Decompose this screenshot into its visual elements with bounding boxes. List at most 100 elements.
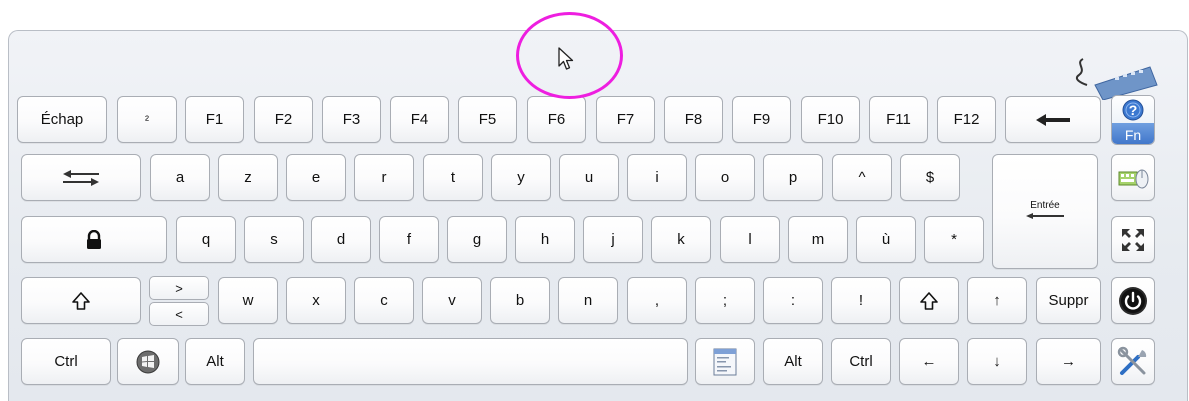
key-7-row4-label: ; bbox=[722, 292, 728, 309]
key-f7[interactable]: F7 bbox=[596, 96, 655, 143]
key-3-row3[interactable]: f bbox=[379, 216, 439, 263]
key-1-row4[interactable]: x bbox=[286, 277, 346, 324]
key-8-row4-label: : bbox=[790, 292, 796, 309]
key-10-row3[interactable]: ù bbox=[856, 216, 916, 263]
fn-key[interactable]: Fn bbox=[1112, 123, 1154, 144]
key-4-row2[interactable]: t bbox=[423, 154, 483, 201]
key-f5-label: F5 bbox=[478, 111, 497, 128]
key-f5[interactable]: F5 bbox=[458, 96, 517, 143]
key-f12[interactable]: F12 bbox=[937, 96, 996, 143]
key-arrow-up[interactable]: ↑ bbox=[967, 277, 1027, 324]
dock-button[interactable] bbox=[1111, 216, 1155, 263]
power-button[interactable] bbox=[1111, 277, 1155, 324]
key-8-row4[interactable]: : bbox=[763, 277, 823, 324]
key-0-row4[interactable]: w bbox=[218, 277, 278, 324]
key-9-row2[interactable]: p bbox=[763, 154, 823, 201]
key-alt-left[interactable]: Alt bbox=[185, 338, 245, 385]
key-1-row3[interactable]: s bbox=[244, 216, 304, 263]
key-10-row2[interactable]: ^ bbox=[832, 154, 892, 201]
key-2-row3[interactable]: d bbox=[311, 216, 371, 263]
key-f9[interactable]: F9 bbox=[732, 96, 791, 143]
key-ctrl-left-label: Ctrl bbox=[54, 353, 78, 370]
key-7-row2[interactable]: i bbox=[627, 154, 687, 201]
key-9-row3[interactable]: m bbox=[788, 216, 848, 263]
shift-arrow-icon bbox=[72, 291, 90, 310]
key-5-row2-label: y bbox=[517, 169, 525, 186]
key-11-row2[interactable]: $ bbox=[900, 154, 960, 201]
key-3-row4[interactable]: v bbox=[422, 277, 482, 324]
key-alt-left-label: Alt bbox=[206, 353, 224, 370]
key-9-row4-label: ! bbox=[858, 292, 864, 309]
backspace-arrow-icon bbox=[1034, 113, 1072, 127]
key-ctrl-left[interactable]: Ctrl bbox=[21, 338, 111, 385]
tab-arrows-icon bbox=[61, 169, 101, 187]
settings-button[interactable] bbox=[1111, 338, 1155, 385]
key-superscript-2[interactable]: ² bbox=[117, 96, 177, 143]
key-1-row2[interactable]: z bbox=[218, 154, 278, 201]
key-2-row2[interactable]: e bbox=[286, 154, 346, 201]
key-f3[interactable]: F3 bbox=[322, 96, 381, 143]
key-6-row3[interactable]: j bbox=[583, 216, 643, 263]
key-windows[interactable] bbox=[117, 338, 179, 385]
key-8-row3[interactable]: l bbox=[720, 216, 780, 263]
key-f6[interactable]: F6 bbox=[527, 96, 586, 143]
key-arrow-up-label: ↑ bbox=[993, 292, 1001, 309]
key-ctrl-right[interactable]: Ctrl bbox=[831, 338, 891, 385]
options-button[interactable] bbox=[1111, 154, 1155, 201]
key-4-row4[interactable]: b bbox=[490, 277, 550, 324]
key-4-row3-label: g bbox=[472, 231, 482, 248]
key-9-row3-label: m bbox=[811, 231, 825, 248]
key-f10[interactable]: F10 bbox=[801, 96, 860, 143]
key-6-row3-label: j bbox=[611, 231, 615, 248]
key-capslock[interactable] bbox=[21, 216, 167, 263]
key-space[interactable] bbox=[253, 338, 688, 385]
key-5-row2[interactable]: y bbox=[491, 154, 551, 201]
key-0-row3[interactable]: q bbox=[176, 216, 236, 263]
key-2-row4-label: c bbox=[380, 292, 388, 309]
key-greater-than[interactable]: > bbox=[149, 276, 209, 300]
key-6-row2[interactable]: u bbox=[559, 154, 619, 201]
enter-text: Entrée bbox=[1030, 199, 1060, 211]
key-arrow-right[interactable]: → bbox=[1036, 338, 1101, 385]
key-5-row4-label: n bbox=[583, 292, 593, 309]
key-enter[interactable]: Entrée bbox=[992, 154, 1098, 269]
key-arrow-down[interactable]: ↓ bbox=[967, 338, 1027, 385]
key-arrow-left-label: ← bbox=[921, 353, 937, 370]
key-2-row4[interactable]: c bbox=[354, 277, 414, 324]
key-f7-label: F7 bbox=[616, 111, 635, 128]
key-f4[interactable]: F4 bbox=[390, 96, 449, 143]
key-8-row2-label: o bbox=[720, 169, 730, 186]
key-shift-right[interactable] bbox=[899, 277, 959, 324]
key-5-row4[interactable]: n bbox=[558, 277, 618, 324]
key-4-row3[interactable]: g bbox=[447, 216, 507, 263]
key-menu[interactable] bbox=[695, 338, 755, 385]
key-7-row4[interactable]: ; bbox=[695, 277, 755, 324]
key-tab[interactable] bbox=[21, 154, 141, 201]
key-8-row3-label: l bbox=[748, 231, 752, 248]
key-f11[interactable]: F11 bbox=[869, 96, 928, 143]
key-shift-left[interactable] bbox=[21, 277, 141, 324]
key-7-row3[interactable]: k bbox=[651, 216, 711, 263]
key-7-row2-label: i bbox=[655, 169, 659, 186]
key-0-row2[interactable]: a bbox=[150, 154, 210, 201]
key-8-row2[interactable]: o bbox=[695, 154, 755, 201]
key-f8[interactable]: F8 bbox=[664, 96, 723, 143]
key-suppr[interactable]: Suppr bbox=[1036, 277, 1101, 324]
key-escape[interactable]: Échap bbox=[17, 96, 107, 143]
key-alt-right[interactable]: Alt bbox=[763, 338, 823, 385]
key-less-than[interactable]: < bbox=[149, 302, 209, 326]
key-11-row3[interactable]: * bbox=[924, 216, 984, 263]
key-backspace[interactable] bbox=[1005, 96, 1101, 143]
help-icon[interactable]: ? bbox=[1112, 96, 1154, 123]
help-fn-key[interactable]: ? Fn bbox=[1111, 95, 1155, 145]
key-f1[interactable]: F1 bbox=[185, 96, 244, 143]
key-5-row3[interactable]: h bbox=[515, 216, 575, 263]
key-arrow-left[interactable]: ← bbox=[899, 338, 959, 385]
key-3-row2[interactable]: r bbox=[354, 154, 414, 201]
key-6-row4[interactable]: , bbox=[627, 277, 687, 324]
key-0-row3-label: q bbox=[201, 231, 211, 248]
key-f2[interactable]: F2 bbox=[254, 96, 313, 143]
enter-key-label: Entrée bbox=[1025, 200, 1065, 224]
key-1-row3-label: s bbox=[270, 231, 278, 248]
key-9-row4[interactable]: ! bbox=[831, 277, 891, 324]
